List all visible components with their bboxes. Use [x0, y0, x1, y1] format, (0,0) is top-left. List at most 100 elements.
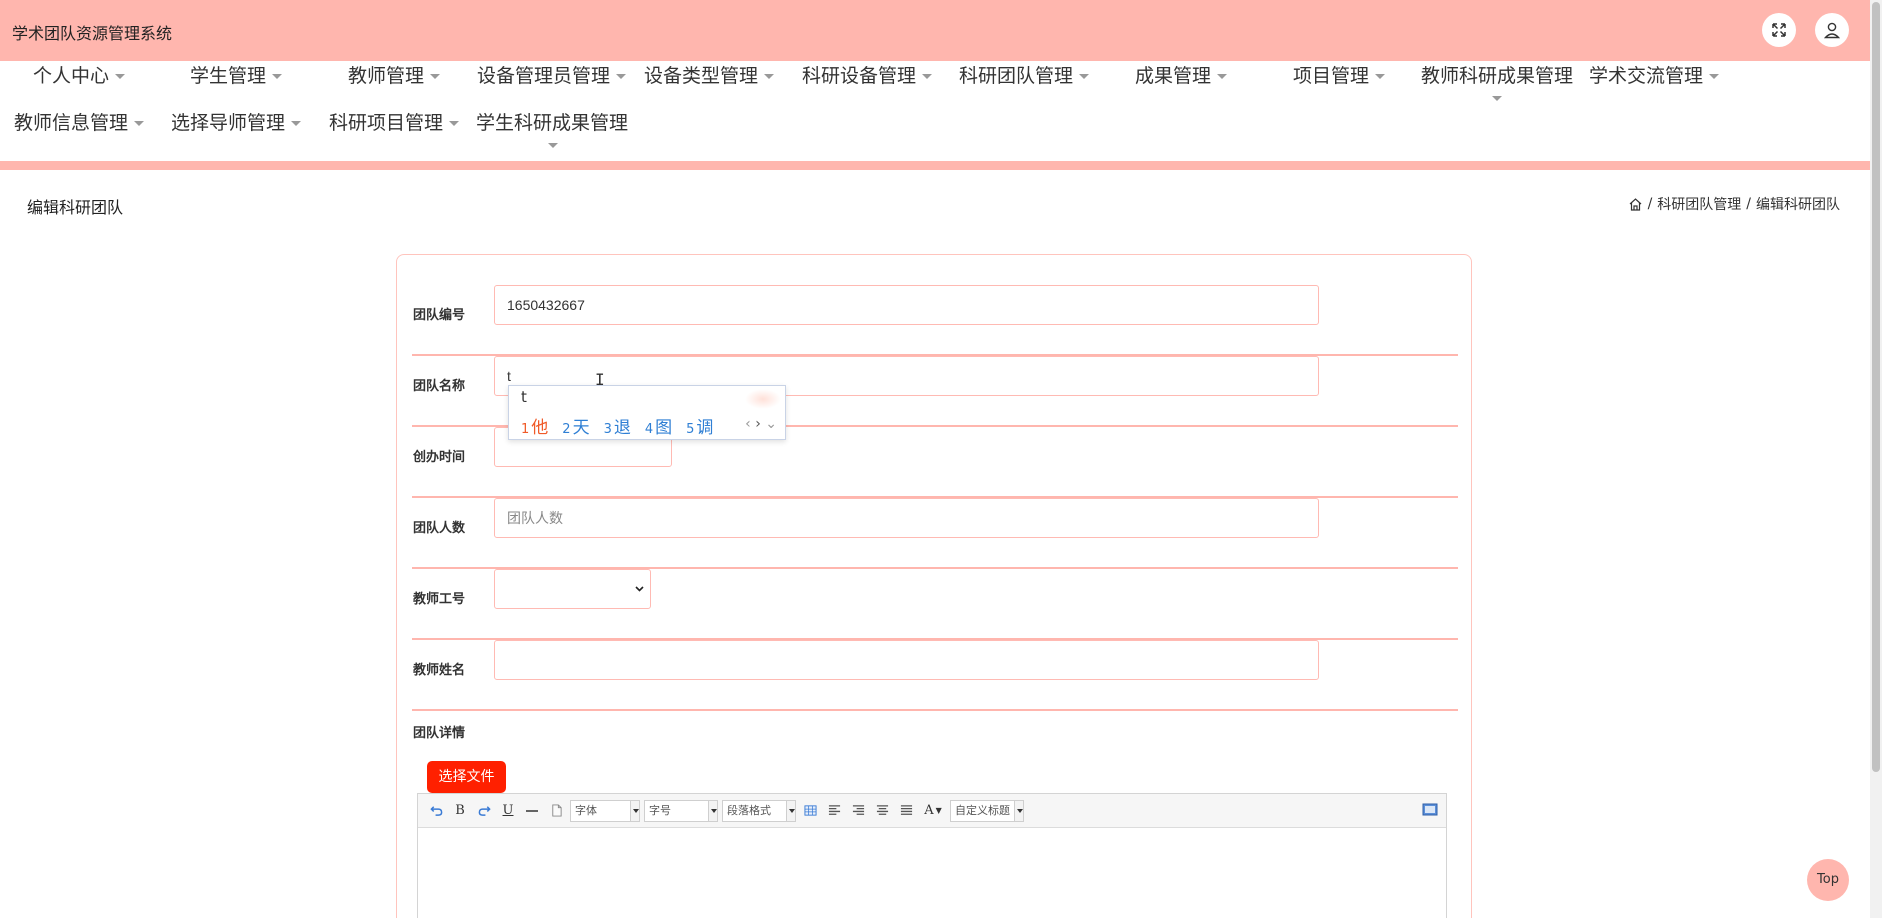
chevron-down-icon [548, 143, 558, 148]
chevron-down-icon [272, 74, 283, 79]
chevron-down-icon [449, 121, 460, 126]
chevron-down-icon [291, 121, 302, 126]
align-center-icon[interactable] [872, 801, 892, 821]
source-view-icon[interactable] [1422, 802, 1438, 818]
nav-academic-exchange-management[interactable]: 学术交流管理 [1589, 63, 1720, 89]
table-icon[interactable] [800, 801, 820, 821]
field-label: 创办时间 [413, 450, 466, 465]
app-title: 学术团队资源管理系统 [12, 24, 173, 43]
font-color-button[interactable]: A ▼ [920, 801, 946, 821]
chevron-down-icon [1492, 96, 1502, 101]
undo-icon[interactable] [426, 801, 446, 821]
nav-select-advisor-management[interactable]: 选择导师管理 [171, 110, 302, 136]
field-label: 教师姓名 [413, 663, 466, 678]
back-to-top-button[interactable]: Top [1807, 859, 1849, 901]
ime-candidate[interactable]: 1他 [521, 413, 548, 438]
nav-teacher-research-achievement-management[interactable]: 教师科研成果管理 [1421, 63, 1573, 89]
underline-button[interactable]: U [498, 801, 518, 821]
chevron-right-icon[interactable]: › [755, 416, 761, 432]
chevron-down-icon [1709, 74, 1720, 79]
chevron-down-icon [430, 74, 441, 79]
nav-achievement-management[interactable]: 成果管理 [1135, 63, 1228, 89]
fullscreen-button[interactable] [1762, 13, 1796, 47]
teacher-name-input[interactable] [494, 640, 1319, 680]
bold-button[interactable]: B [450, 801, 470, 821]
custom-title-combo[interactable]: 自定义标题 [950, 799, 1024, 822]
align-justify-icon[interactable] [896, 801, 916, 821]
nav-project-management[interactable]: 项目管理 [1293, 63, 1386, 89]
form-row-teacher-id: 教师工号 [412, 569, 1458, 640]
ime-candidate[interactable]: 5调 [686, 413, 713, 438]
field-label: 团队详情 [413, 726, 466, 741]
chevron-down-icon [764, 74, 775, 79]
chevron-down-icon [708, 800, 717, 821]
ime-candidate[interactable]: 4图 [645, 413, 672, 438]
breadcrumb-separator: / [1647, 196, 1653, 212]
nav-personal-center[interactable]: 个人中心 [33, 63, 126, 89]
chevron-down-icon [630, 800, 639, 821]
page-scrollbar[interactable] [1870, 0, 1882, 918]
chevron-down-icon [134, 121, 145, 126]
nav-divider [0, 161, 1870, 170]
chevron-down-icon [1079, 74, 1090, 79]
font-size-combo[interactable]: 字号 [644, 799, 718, 822]
nav-equipment-type-management[interactable]: 设备类型管理 [644, 63, 775, 89]
field-label: 团队人数 [413, 521, 466, 536]
ime-candidate-list: 1他 2天 3退 4图 5调 [521, 413, 713, 438]
fullscreen-icon [1772, 23, 1786, 37]
nav-research-equipment-management[interactable]: 科研设备管理 [802, 63, 933, 89]
breadcrumb-item: 编辑科研团队 [1756, 197, 1840, 213]
form-row-teacher-name: 教师姓名 [412, 640, 1458, 711]
chevron-left-icon[interactable]: ‹ [745, 416, 751, 432]
form-row-team-no: 团队编号 1650432667 [412, 285, 1458, 356]
nav-student-research-achievement-management[interactable]: 学生科研成果管理 [476, 110, 628, 136]
home-icon[interactable] [1628, 197, 1643, 212]
paragraph-format-combo[interactable]: 段落格式 [722, 799, 796, 822]
chevron-down-icon: ▼ [935, 806, 942, 815]
chevron-down-icon [1375, 74, 1386, 79]
nav-student-management[interactable]: 学生管理 [190, 63, 283, 89]
team-no-input[interactable]: 1650432667 [494, 285, 1319, 325]
font-family-combo[interactable]: 字体 [570, 799, 640, 822]
editor-toolbar: B U 字体 字号 段落格式 A ▼ 自定义标题 [418, 794, 1446, 828]
align-right-icon[interactable] [848, 801, 868, 821]
chevron-down-icon [616, 74, 627, 79]
breadcrumb: / 科研团队管理 / 编辑科研团队 [1628, 194, 1840, 214]
redo-icon[interactable] [474, 801, 494, 821]
field-label: 团队名称 [413, 379, 466, 394]
ime-logo-icon [745, 389, 781, 409]
page-title: 编辑科研团队 [27, 198, 124, 217]
user-button[interactable] [1815, 13, 1849, 47]
top-header: 学术团队资源管理系统 [0, 0, 1870, 61]
chevron-down-icon [1014, 800, 1023, 821]
chevron-down-icon[interactable]: ⌄ [765, 416, 777, 432]
field-label: 团队编号 [413, 308, 466, 323]
ime-candidate-popup: t 1他 2天 3退 4图 5调 ‹ › ⌄ [508, 385, 786, 440]
nav-teacher-management[interactable]: 教师管理 [348, 63, 441, 89]
choose-file-button[interactable]: 选择文件 [427, 761, 506, 793]
ime-candidate[interactable]: 3退 [604, 413, 631, 438]
nav-research-project-management[interactable]: 科研项目管理 [329, 110, 460, 136]
nav-equipment-admin-management[interactable]: 设备管理员管理 [477, 63, 627, 89]
chevron-down-icon [115, 74, 126, 79]
nav-research-team-management[interactable]: 科研团队管理 [959, 63, 1090, 89]
chevron-down-icon [922, 74, 933, 79]
document-icon[interactable] [546, 801, 566, 821]
edit-team-form: 团队编号 1650432667 团队名称 t I 创办时间 团队人数 团队人数 … [396, 254, 1472, 918]
horizontal-rule-icon[interactable] [522, 801, 542, 821]
chevron-down-icon [1217, 74, 1228, 79]
form-row-team-size: 团队人数 团队人数 [412, 498, 1458, 569]
nav-teacher-info-management[interactable]: 教师信息管理 [14, 110, 145, 136]
ime-candidate[interactable]: 2天 [562, 413, 589, 438]
breadcrumb-separator: / [1746, 196, 1751, 212]
field-label: 教师工号 [413, 592, 466, 607]
chevron-down-icon [786, 800, 795, 821]
team-size-input[interactable]: 团队人数 [494, 498, 1319, 538]
breadcrumb-item[interactable]: 科研团队管理 [1657, 194, 1741, 214]
rich-text-editor[interactable]: B U 字体 字号 段落格式 A ▼ 自定义标题 [417, 793, 1447, 918]
teacher-id-select[interactable] [494, 569, 651, 609]
align-left-icon[interactable] [824, 801, 844, 821]
ime-page-nav[interactable]: ‹ › ⌄ [745, 416, 777, 432]
scrollbar-thumb[interactable] [1872, 2, 1880, 772]
ime-composition: t [521, 388, 527, 406]
